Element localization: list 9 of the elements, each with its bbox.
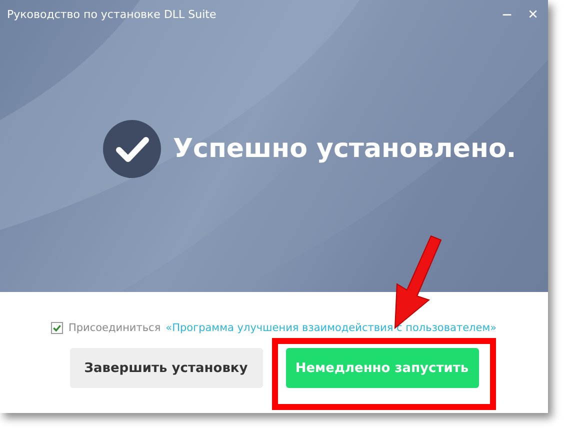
checkbox[interactable] bbox=[51, 322, 64, 334]
check-icon bbox=[103, 120, 161, 178]
program-link[interactable]: «Программа улучшения взаимодействия с пользователем» bbox=[166, 322, 497, 334]
success-message: Успешно установлено. bbox=[173, 134, 516, 164]
finish-button[interactable]: Завершить установку bbox=[70, 348, 262, 388]
launch-button[interactable]: Немедленно запустить bbox=[286, 348, 478, 388]
window-title: Руководство по установке DLL Suite bbox=[7, 8, 216, 20]
close-icon[interactable] bbox=[528, 9, 538, 19]
checkbox-label: Присоединиться bbox=[68, 322, 161, 334]
